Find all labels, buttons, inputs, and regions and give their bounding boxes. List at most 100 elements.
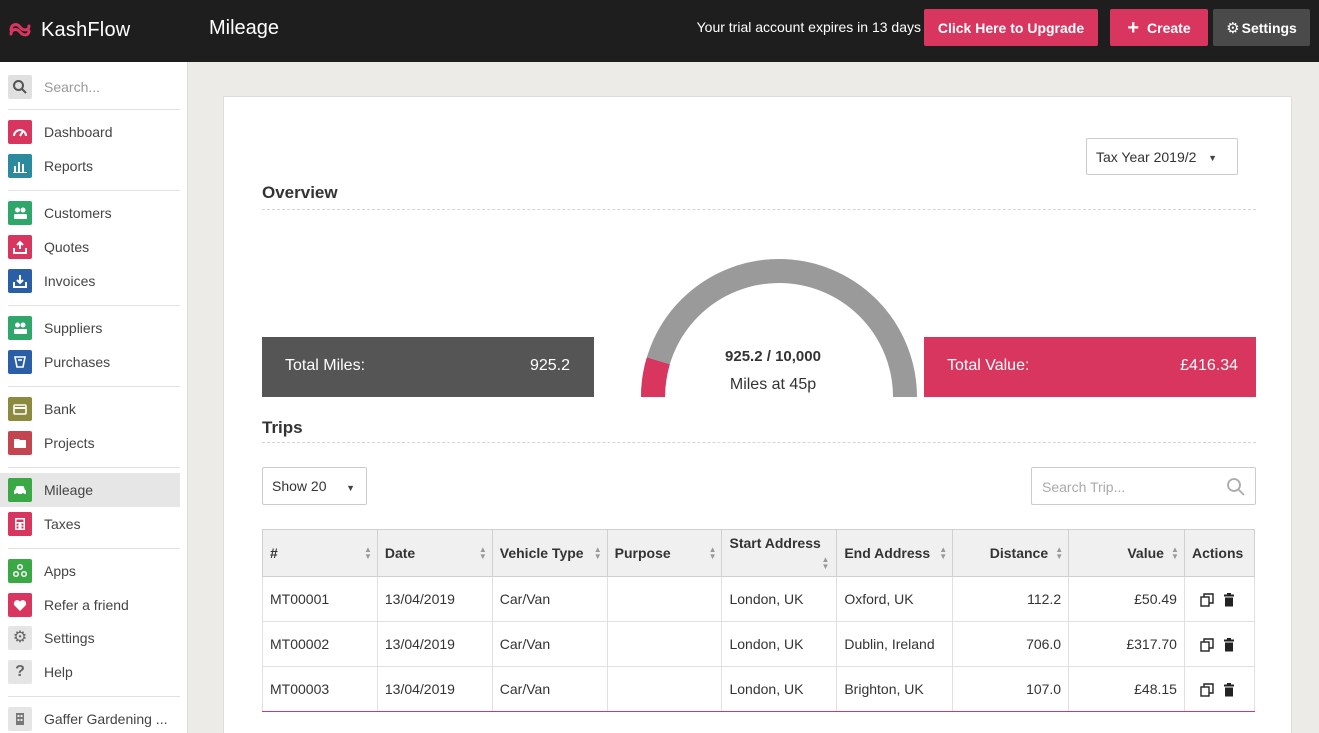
trips-title: Trips	[262, 418, 303, 437]
bank-card-icon	[8, 397, 32, 421]
trash-icon[interactable]	[1222, 683, 1236, 697]
create-button[interactable]: + Create	[1110, 9, 1208, 46]
trip-date: 13/04/2019	[376, 576, 493, 622]
sidebar-item-purchases[interactable]: Purchases	[0, 345, 180, 379]
sidebar-item-projects[interactable]: Projects	[0, 426, 180, 460]
column-header-id[interactable]: # ▲ ▼	[262, 529, 378, 577]
trip-vehicle: Car/Van	[491, 666, 608, 712]
trip-id: MT00001	[262, 576, 378, 622]
tax-year-select[interactable]: Tax Year 2019/2 ▼	[1086, 138, 1238, 175]
sidebar-item-mileage[interactable]: Mileage	[0, 473, 180, 507]
sort-icon: ▲ ▼	[1055, 545, 1064, 561]
sort-icon: ▲ ▼	[593, 545, 602, 561]
trip-date: 13/04/2019	[376, 666, 493, 712]
trip-start: London, UK	[721, 621, 838, 667]
trip-purpose	[606, 621, 723, 667]
sort-icon: ▲ ▼	[1171, 545, 1179, 561]
page-size-select[interactable]: Show 20 ▼	[262, 467, 367, 505]
sidebar-item-company[interactable]: Gaffer Gardening ...	[0, 702, 180, 733]
sidebar-item-quotes[interactable]: Quotes	[0, 230, 180, 264]
sidebar-item-reports[interactable]: Reports	[0, 149, 180, 183]
copy-icon[interactable]	[1200, 593, 1214, 607]
trip-vehicle: Car/Van	[491, 621, 608, 667]
overview-divider	[262, 209, 1256, 210]
trip-id: MT00003	[262, 666, 378, 712]
trip-search-placeholder: Search Trip...	[1042, 479, 1126, 495]
kashflow-logo[interactable]: KashFlow	[8, 16, 130, 44]
trash-icon[interactable]	[1222, 593, 1236, 607]
table-header-row: # ▲ ▼ Date ▲ ▼ Vehicle Type ▲ ▼ Purpose ▲ ▼ Star…	[262, 529, 1256, 577]
trial-notice: Your trial account expires in 13 days	[696, 19, 921, 35]
sidebar-item-bank[interactable]: Bank	[0, 392, 180, 426]
sort-icon: ▲ ▼	[478, 545, 487, 561]
sidebar-search-placeholder: Search...	[44, 79, 101, 95]
trip-actions	[1183, 576, 1256, 622]
tray-upload-icon	[8, 235, 32, 259]
heart-icon	[8, 593, 32, 617]
column-header-start-address[interactable]: Start Address ▲ ▼	[721, 529, 838, 577]
search-icon	[8, 75, 32, 99]
copy-icon[interactable]	[1200, 638, 1214, 652]
trip-search-input[interactable]: Search Trip...	[1031, 467, 1256, 505]
trip-purpose	[606, 576, 723, 622]
mileage-panel: Tax Year 2019/2 ▼ Overview Total Miles: …	[223, 96, 1292, 733]
sidebar-search[interactable]: Search...	[0, 72, 180, 102]
users-icon	[8, 201, 32, 225]
sidebar-item-label: Settings	[44, 630, 95, 646]
column-header-end-address[interactable]: End Address ▲ ▼	[836, 529, 954, 577]
sidebar-item-label: Projects	[44, 435, 95, 451]
total-miles-label: Total Miles:	[285, 357, 366, 374]
column-header-purpose[interactable]: Purpose ▲ ▼	[606, 529, 723, 577]
sidebar-item-customers[interactable]: Customers	[0, 196, 180, 230]
column-header-date[interactable]: Date ▲ ▼	[376, 529, 493, 577]
gauge-rate: Miles at 45p	[729, 376, 817, 393]
column-header-distance[interactable]: Distance ▲ ▼	[952, 529, 1070, 577]
sidebar-divider	[8, 190, 180, 191]
table-row[interactable]: MT00001 13/04/2019 Car/Van London, UK Oxford…	[262, 576, 1256, 622]
column-header-vehicle-type[interactable]: Vehicle Type ▲ ▼	[491, 529, 608, 577]
overview-title: Overview	[262, 183, 338, 202]
total-value-card: Total Value: £416.34	[924, 337, 1256, 397]
sidebar-divider	[8, 305, 180, 306]
trip-value: £50.49	[1068, 576, 1185, 622]
sidebar-item-refer-a-friend[interactable]: Refer a friend	[0, 588, 180, 622]
trips-divider	[262, 442, 1256, 443]
gauge-value: 925.2 / 10,000	[725, 348, 821, 365]
sidebar-item-taxes[interactable]: Taxes	[0, 507, 180, 541]
sidebar-item-label: Purchases	[44, 354, 111, 370]
folder-icon	[8, 431, 32, 455]
total-miles-card: Total Miles: 925.2	[262, 337, 594, 397]
copy-icon[interactable]	[1200, 683, 1214, 697]
sidebar-item-suppliers[interactable]: Suppliers	[0, 311, 180, 345]
gear-icon: ⚙	[8, 626, 32, 650]
trip-distance: 112.2	[952, 576, 1070, 622]
sidebar-item-dashboard[interactable]: Dashboard	[0, 115, 180, 149]
speedometer-icon	[8, 120, 32, 144]
sidebar-divider	[8, 386, 180, 387]
settings-button[interactable]: ⚙ Settings	[1213, 9, 1310, 46]
car-icon	[8, 478, 32, 502]
sidebar: Search... Dashboard Reports Customers Qu…	[0, 62, 188, 733]
sidebar-item-invoices[interactable]: Invoices	[0, 264, 180, 298]
question-icon: ?	[8, 660, 32, 684]
sidebar-item-settings[interactable]: ⚙ Settings	[0, 621, 180, 655]
trash-icon[interactable]	[1222, 638, 1236, 652]
trip-id: MT00002	[262, 621, 378, 667]
sidebar-item-help[interactable]: ? Help	[0, 655, 180, 689]
sidebar-item-label: Invoices	[44, 273, 96, 289]
sidebar-item-apps[interactable]: Apps	[0, 554, 180, 588]
upgrade-button[interactable]: Click Here to Upgrade	[924, 9, 1098, 46]
tax-year-value: Tax Year 2019/2	[1096, 148, 1197, 165]
sidebar-item-label: Apps	[44, 563, 76, 579]
sort-icon: ▲ ▼	[939, 545, 948, 561]
table-row[interactable]: MT00003 13/04/2019 Car/Van London, UK Bright…	[262, 666, 1256, 712]
caret-down-icon: ▼	[346, 483, 355, 493]
trip-vehicle: Car/Van	[491, 576, 608, 622]
sidebar-item-label: Customers	[44, 205, 112, 221]
column-header-value[interactable]: Value ▲ ▼	[1068, 529, 1185, 577]
trip-date: 13/04/2019	[376, 621, 493, 667]
page-title: Mileage	[209, 17, 280, 39]
trips-table: # ▲ ▼ Date ▲ ▼ Vehicle Type ▲ ▼ Purpose ▲ ▼ Star…	[262, 529, 1256, 712]
sort-icon: ▲ ▼	[821, 555, 830, 571]
table-row[interactable]: MT00002 13/04/2019 Car/Van London, UK Dublin…	[262, 621, 1256, 667]
